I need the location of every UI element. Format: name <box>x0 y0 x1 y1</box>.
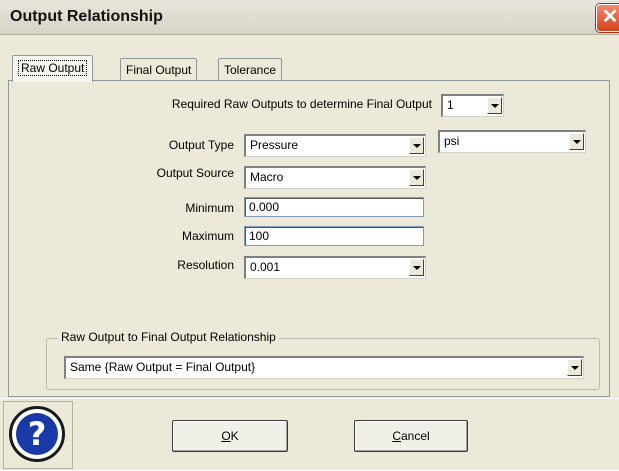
help-button[interactable]: ? <box>3 401 73 469</box>
help-glyph: ? <box>16 413 58 455</box>
tab-tolerance-label: Tolerance <box>224 63 277 77</box>
minimum-field[interactable]: 0.000 <box>244 197 424 217</box>
output-type-select[interactable]: Pressure <box>244 134 426 157</box>
output-source-label: Output Source <box>156 166 234 180</box>
ok-button[interactable]: OK <box>172 420 288 452</box>
chevron-down-icon[interactable] <box>569 133 584 150</box>
cancel-label-rest: ancel <box>400 429 430 443</box>
relationship-select[interactable]: Same {Raw Output = Final Output} <box>64 356 584 379</box>
unit-value: psi <box>444 134 460 148</box>
relationship-value: Same {Raw Output = Final Output} <box>70 360 256 374</box>
ok-label-rest: K <box>230 429 239 443</box>
resolution-select[interactable]: 0.001 <box>244 256 426 279</box>
tab-final-output[interactable]: Final Output <box>120 58 198 81</box>
chevron-down-icon[interactable] <box>409 259 424 276</box>
maximum-field[interactable]: 100 <box>244 226 424 246</box>
output-type-label: Output Type <box>168 138 234 152</box>
output-type-value: Pressure <box>250 138 299 152</box>
relationship-group-label: Raw Output to Final Output Relationship <box>58 330 279 344</box>
chevron-down-icon[interactable] <box>409 137 424 154</box>
title-bar: Output Relationship ✕ <box>0 0 619 35</box>
tab-tolerance[interactable]: Tolerance <box>218 58 283 81</box>
tab-final-output-label: Final Output <box>126 63 192 77</box>
close-icon[interactable]: ✕ <box>596 4 619 32</box>
required-outputs-label: Required Raw Outputs to determine Final … <box>171 97 432 111</box>
resolution-value: 0.001 <box>250 260 281 274</box>
resolution-label: Resolution <box>177 258 234 272</box>
cancel-button[interactable]: Cancel <box>354 420 468 452</box>
tab-raw-output[interactable]: Raw Output <box>12 55 94 82</box>
help-icon: ? <box>9 406 65 462</box>
window-title: Output Relationship <box>10 8 163 25</box>
output-source-value: Macro <box>250 170 284 184</box>
button-bar <box>0 398 619 471</box>
cancel-mnemonic: C <box>392 429 401 443</box>
chevron-down-icon[interactable] <box>409 169 424 186</box>
tab-raw-output-label: Raw Output <box>18 60 88 76</box>
minimum-label: Minimum <box>185 201 234 215</box>
output-relationship-dialog: Output Relationship ✕ Raw Output Final O… <box>0 0 619 470</box>
maximum-label: Maximum <box>181 229 234 243</box>
unit-select[interactable]: psi <box>438 130 586 153</box>
output-source-select[interactable]: Macro <box>244 166 426 189</box>
chevron-down-icon[interactable] <box>487 97 502 114</box>
ok-mnemonic: O <box>221 429 231 443</box>
required-outputs-value: 1 <box>447 98 454 112</box>
chevron-down-icon[interactable] <box>567 359 582 376</box>
required-outputs-select[interactable]: 1 <box>441 94 504 117</box>
